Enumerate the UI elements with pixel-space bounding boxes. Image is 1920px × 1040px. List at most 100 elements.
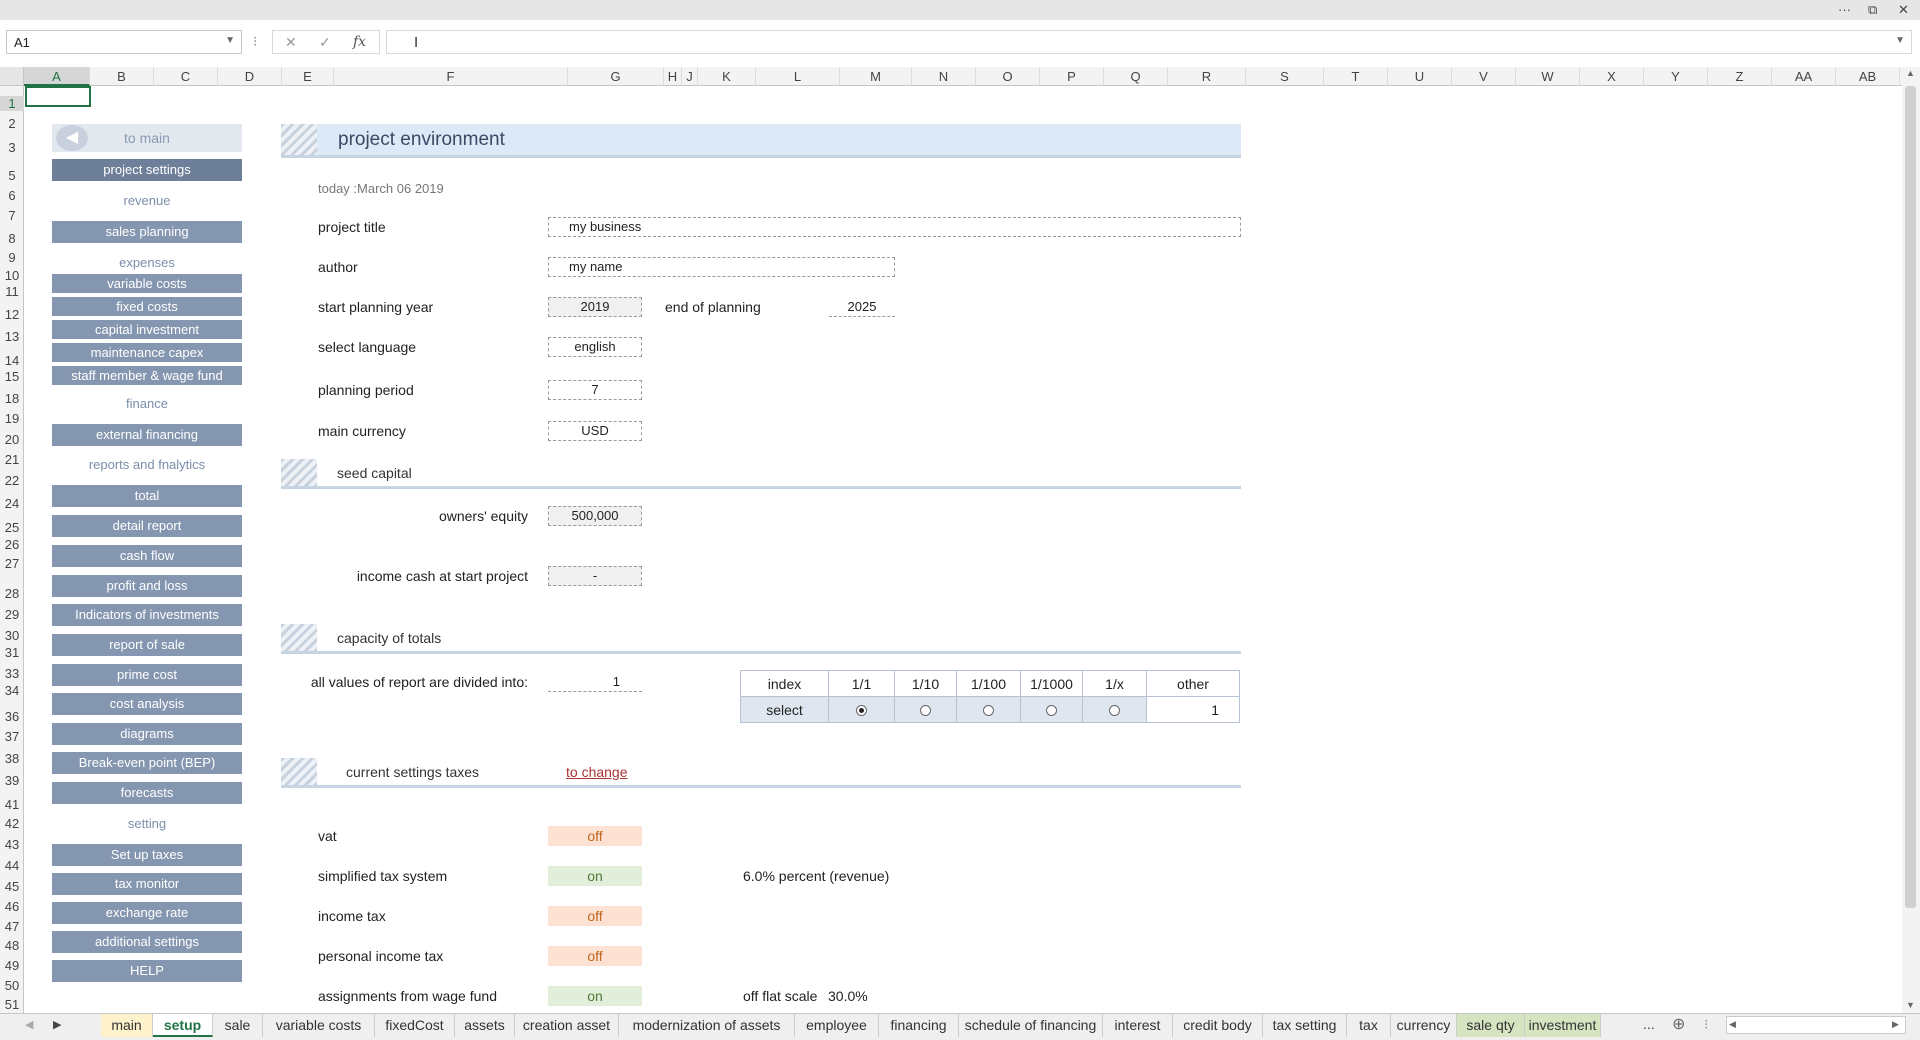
tab-setup[interactable]: setup <box>153 1014 213 1037</box>
tab-scroll-right-icon[interactable]: ▶ <box>53 1018 61 1031</box>
row-header-21[interactable]: 21 <box>0 452 24 467</box>
column-header-l[interactable]: L <box>756 67 840 86</box>
income-tax-status[interactable]: off <box>548 906 642 926</box>
nav-tax-monitor[interactable]: tax monitor <box>52 873 242 895</box>
column-header-ab[interactable]: AB <box>1836 67 1900 86</box>
row-header-22[interactable]: 22 <box>0 473 24 488</box>
row-header-41[interactable]: 41 <box>0 797 24 812</box>
nav-capital-investment[interactable]: capital investment <box>52 320 242 339</box>
row-header-38[interactable]: 38 <box>0 751 24 766</box>
column-header-aa[interactable]: AA <box>1772 67 1836 86</box>
radio-1-10[interactable] <box>920 705 931 717</box>
nav-profit-and-loss[interactable]: profit and loss <box>52 575 242 597</box>
row-header-51[interactable]: 51 <box>0 997 24 1012</box>
column-header-e[interactable]: E <box>282 67 334 86</box>
column-header-h[interactable]: H <box>664 67 682 86</box>
radio-1-100[interactable] <box>983 705 994 717</box>
column-header-r[interactable]: R <box>1168 67 1246 86</box>
row-header-33[interactable]: 33 <box>0 666 24 681</box>
nav-help[interactable]: HELP <box>52 960 242 982</box>
column-header-d[interactable]: D <box>218 67 282 86</box>
row-header-48[interactable]: 48 <box>0 938 24 953</box>
nav-additional-settings[interactable]: additional settings <box>52 931 242 953</box>
nav-diagrams[interactable]: diagrams <box>52 723 242 745</box>
row-header-28[interactable]: 28 <box>0 586 24 601</box>
tab-tax[interactable]: tax <box>1347 1014 1391 1037</box>
nav-cost-analysis[interactable]: cost analysis <box>52 693 242 715</box>
row-header-43[interactable]: 43 <box>0 837 24 852</box>
nav-sales-planning[interactable]: sales planning <box>52 221 242 243</box>
row-header-1[interactable]: 1 <box>0 96 24 111</box>
column-header-j[interactable]: J <box>682 67 698 86</box>
nav-cash-flow[interactable]: cash flow <box>52 545 242 567</box>
radio-1-x[interactable] <box>1109 705 1120 717</box>
tab-fixedcost[interactable]: fixedCost <box>375 1014 455 1037</box>
row-header-45[interactable]: 45 <box>0 879 24 894</box>
row-header-12[interactable]: 12 <box>0 307 24 322</box>
row-header-19[interactable]: 19 <box>0 411 24 426</box>
row-header-10[interactable]: 10 <box>0 268 24 283</box>
row-header-13[interactable]: 13 <box>0 329 24 344</box>
select-all-corner[interactable] <box>0 67 24 86</box>
simplified-tax-status[interactable]: on <box>548 866 642 886</box>
formula-input[interactable]: I ▼ <box>386 30 1912 54</box>
author-field[interactable]: my name <box>548 257 895 277</box>
radio-1-1000[interactable] <box>1046 705 1057 717</box>
row-header-26[interactable]: 26 <box>0 537 24 552</box>
column-header-g[interactable]: G <box>568 67 664 86</box>
add-sheet-icon[interactable]: ⊕ <box>1672 1014 1685 1034</box>
radio-1-1[interactable] <box>856 705 867 717</box>
drag-handle-icon[interactable]: ⁝ <box>253 33 257 50</box>
owners-equity-field[interactable]: 500,000 <box>548 506 642 526</box>
tab-modernization-of-assets[interactable]: modernization of assets <box>619 1014 795 1037</box>
scroll-down-icon[interactable]: ▼ <box>1906 1000 1915 1010</box>
tab-creation-asset[interactable]: creation asset <box>515 1014 619 1037</box>
tab-tax-setting[interactable]: tax setting <box>1263 1014 1347 1037</box>
row-header-9[interactable]: 9 <box>0 250 24 265</box>
nav-project-settings[interactable]: project settings <box>52 159 242 181</box>
nav-report-of-sale[interactable]: report of sale <box>52 634 242 656</box>
nav-prime-cost[interactable]: prime cost <box>52 664 242 686</box>
more-tabs[interactable]: ... <box>1643 1016 1655 1032</box>
tab-main[interactable]: main <box>101 1014 153 1037</box>
column-header-u[interactable]: U <box>1388 67 1452 86</box>
tab-assets[interactable]: assets <box>455 1014 515 1037</box>
hscroll-left-icon[interactable]: ◀ <box>1729 1019 1736 1030</box>
tab-variable-costs[interactable]: variable costs <box>263 1014 375 1037</box>
nav-external-financing[interactable]: external financing <box>52 424 242 446</box>
nav-set-up-taxes[interactable]: Set up taxes <box>52 844 242 866</box>
nav-indicators[interactable]: Indicators of investments <box>52 604 242 626</box>
other-value-field[interactable]: 1 <box>1146 696 1240 723</box>
enter-icon[interactable]: ✓ <box>319 34 331 51</box>
vertical-scroll-thumb[interactable] <box>1905 86 1916 908</box>
planning-period-field[interactable]: 7 <box>548 380 642 400</box>
more-options-icon[interactable]: ··· <box>1838 2 1851 17</box>
row-header-44[interactable]: 44 <box>0 858 24 873</box>
row-header-27[interactable]: 27 <box>0 556 24 571</box>
nav-maintenance-capex[interactable]: maintenance capex <box>52 343 242 362</box>
row-header-8[interactable]: 8 <box>0 231 24 246</box>
column-header-s[interactable]: S <box>1246 67 1324 86</box>
project-title-field[interactable]: my business <box>548 217 1241 237</box>
row-header-7[interactable]: 7 <box>0 208 24 223</box>
tab-investment[interactable]: investment <box>1525 1014 1601 1037</box>
back-arrow-icon[interactable]: ◀ <box>56 125 88 151</box>
nav-fixed-costs[interactable]: fixed costs <box>52 297 242 316</box>
column-header-p[interactable]: P <box>1040 67 1104 86</box>
row-header-36[interactable]: 36 <box>0 709 24 724</box>
tab-interest[interactable]: interest <box>1103 1014 1173 1037</box>
vat-status[interactable]: off <box>548 826 642 846</box>
row-header-24[interactable]: 24 <box>0 496 24 511</box>
row-header-14[interactable]: 14 <box>0 353 24 368</box>
tab-employee[interactable]: employee <box>795 1014 879 1037</box>
row-header-5[interactable]: 5 <box>0 168 24 183</box>
row-header-31[interactable]: 31 <box>0 645 24 660</box>
hscroll-right-icon[interactable]: ▶ <box>1892 1019 1899 1030</box>
row-header-34[interactable]: 34 <box>0 683 24 698</box>
wage-fund-status[interactable]: on <box>548 986 642 1006</box>
column-header-w[interactable]: W <box>1516 67 1580 86</box>
row-header-39[interactable]: 39 <box>0 773 24 788</box>
row-header-50[interactable]: 50 <box>0 978 24 993</box>
row-header-3[interactable]: 3 <box>0 140 24 155</box>
nav-total[interactable]: total <box>52 485 242 507</box>
